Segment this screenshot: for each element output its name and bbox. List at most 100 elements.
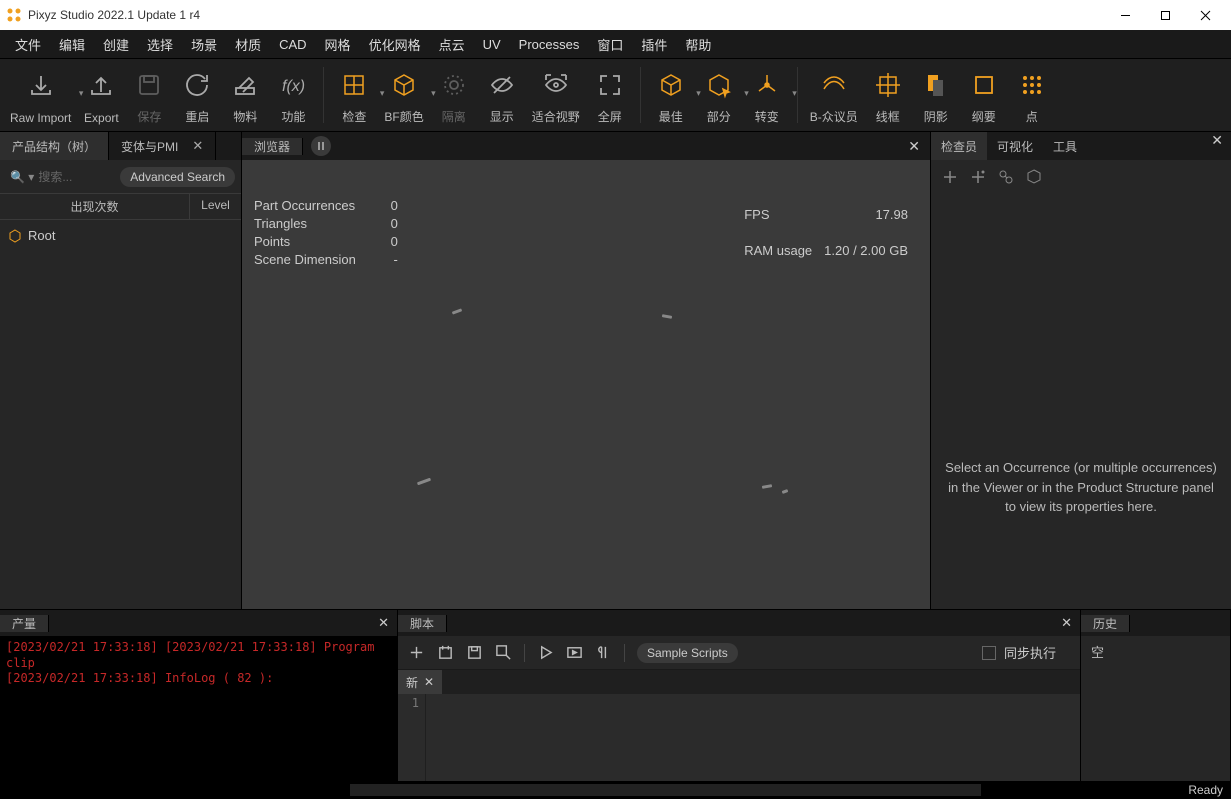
- tool-wireframe[interactable]: 线框: [864, 59, 912, 131]
- tool-inspect[interactable]: 检查▾: [330, 59, 378, 131]
- tool-outline[interactable]: 纲要: [960, 59, 1008, 131]
- sample-scripts-button[interactable]: Sample Scripts: [637, 643, 738, 663]
- tab-variants-pmi[interactable]: 变体与PMI✕: [109, 132, 216, 160]
- search-input[interactable]: 🔍 ▾ 搜索...: [6, 166, 114, 187]
- close-icon[interactable]: ✕: [908, 138, 920, 155]
- titlebar: Pixyz Studio 2022.1 Update 1 r4: [0, 0, 1231, 30]
- tool-brep[interactable]: B-众议员: [804, 59, 864, 131]
- menu-create[interactable]: 创建: [94, 31, 138, 58]
- menu-help[interactable]: 帮助: [676, 31, 720, 58]
- col-level[interactable]: Level: [189, 194, 241, 219]
- viewport-stats: Part Occurrences0 Triangles0 Points0 Sce…: [252, 196, 920, 270]
- tool-shadow[interactable]: 阴影: [912, 59, 960, 131]
- grid-icon: [340, 63, 368, 106]
- script-toolbar: Sample Scripts 同步执行: [398, 636, 1080, 670]
- find-icon[interactable]: [495, 644, 512, 661]
- bottom-panels: 产量 ✕ [2023/02/21 17:33:18] [2023/02/21 17…: [0, 609, 1231, 781]
- close-icon[interactable]: ✕: [1211, 132, 1223, 160]
- tool-material[interactable]: 物料: [221, 59, 269, 131]
- menu-cad[interactable]: CAD: [270, 33, 315, 56]
- sync-execute-toggle[interactable]: 同步执行: [982, 643, 1056, 662]
- output-panel: 产量 ✕ [2023/02/21 17:33:18] [2023/02/21 17…: [0, 610, 398, 781]
- statusbar: Ready: [0, 781, 1231, 799]
- close-icon[interactable]: ✕: [1061, 615, 1072, 631]
- search-icon: 🔍 ▾: [10, 170, 34, 184]
- cube-best-icon: [657, 63, 685, 106]
- import-icon: [27, 63, 55, 109]
- link-icon[interactable]: [997, 168, 1015, 186]
- window-minimize-button[interactable]: [1105, 0, 1145, 30]
- menu-mesh[interactable]: 网格: [316, 31, 360, 58]
- right-tabs: 检查员 可视化 工具 ✕: [931, 132, 1231, 160]
- menu-material[interactable]: 材质: [226, 31, 270, 58]
- close-icon[interactable]: ✕: [378, 615, 389, 631]
- menu-processes[interactable]: Processes: [510, 33, 589, 56]
- tool-show[interactable]: 显示: [478, 59, 526, 131]
- menu-file[interactable]: 文件: [6, 31, 50, 58]
- tab-product-structure[interactable]: 产品结构（树）: [0, 132, 109, 160]
- plus-star-icon[interactable]: [969, 168, 987, 186]
- fx-icon: f(x): [279, 63, 307, 106]
- checkbox-icon[interactable]: [982, 646, 996, 660]
- tab-inspector[interactable]: 检查员: [931, 132, 987, 160]
- tab-output[interactable]: 产量: [0, 615, 49, 632]
- open-icon[interactable]: [437, 644, 454, 661]
- tool-fit[interactable]: 适合视野: [526, 59, 586, 131]
- menu-edit[interactable]: 编辑: [50, 31, 94, 58]
- tool-isolate[interactable]: 隔离: [430, 59, 478, 131]
- tool-transform[interactable]: 转变▾: [743, 59, 791, 131]
- tool-restart[interactable]: 重启: [173, 59, 221, 131]
- tool-part[interactable]: 部分▾: [695, 59, 743, 131]
- advanced-search-button[interactable]: Advanced Search: [120, 167, 235, 187]
- tab-viewer[interactable]: 浏览器: [242, 138, 303, 155]
- col-occurrences[interactable]: 出现次数: [0, 194, 189, 219]
- play-icon[interactable]: [537, 644, 554, 661]
- cube-cursor-icon: [705, 63, 733, 106]
- tool-function[interactable]: f(x)功能: [269, 59, 317, 131]
- line-gutter: 1: [398, 694, 426, 781]
- pause-button[interactable]: [311, 136, 331, 156]
- menu-scene[interactable]: 场景: [182, 31, 226, 58]
- new-icon[interactable]: [408, 644, 425, 661]
- menu-pointcloud[interactable]: 点云: [430, 31, 474, 58]
- menu-optimize[interactable]: 优化网格: [360, 31, 430, 58]
- save-icon[interactable]: [466, 644, 483, 661]
- tab-tools[interactable]: 工具: [1043, 132, 1087, 160]
- script-tab-new[interactable]: 新✕: [398, 670, 442, 694]
- plus-icon[interactable]: [941, 168, 959, 186]
- eye-fit-icon: [542, 63, 570, 106]
- eye-off-icon: [488, 63, 516, 106]
- script-panel: 脚本 ✕ Sample Scripts 同步执行 新✕ 1: [398, 610, 1081, 781]
- cube-outline-icon[interactable]: [1025, 168, 1043, 186]
- window-close-button[interactable]: [1185, 0, 1225, 30]
- chevron-down-icon[interactable]: ▾: [792, 88, 797, 99]
- tool-bfcolor[interactable]: BF颜色▾: [378, 59, 429, 131]
- output-log[interactable]: [2023/02/21 17:33:18] [2023/02/21 17:33:…: [0, 636, 397, 781]
- tool-save[interactable]: 保存: [125, 59, 173, 131]
- window-maximize-button[interactable]: [1145, 0, 1185, 30]
- script-editor[interactable]: 1: [398, 694, 1080, 781]
- close-icon[interactable]: ✕: [424, 675, 434, 689]
- paragraph-icon[interactable]: [595, 644, 612, 661]
- menu-window[interactable]: 窗口: [588, 31, 632, 58]
- menu-plugins[interactable]: 插件: [632, 31, 676, 58]
- menu-select[interactable]: 选择: [138, 31, 182, 58]
- close-icon[interactable]: ✕: [192, 138, 203, 154]
- tool-best[interactable]: 最佳▾: [647, 59, 695, 131]
- tool-points[interactable]: 点: [1008, 59, 1056, 131]
- app-logo-icon: [6, 7, 22, 23]
- menu-uv[interactable]: UV: [474, 33, 510, 56]
- tool-raw-import[interactable]: Raw Import▾: [4, 59, 77, 131]
- tree-root-item[interactable]: Root: [8, 226, 233, 245]
- svg-text:f(x): f(x): [282, 78, 305, 95]
- inspector-toolbar: [931, 160, 1231, 194]
- tool-fullscreen[interactable]: 全屏: [586, 59, 634, 131]
- tab-script[interactable]: 脚本: [398, 615, 447, 632]
- tool-export[interactable]: Export: [77, 59, 125, 131]
- save-icon: [135, 63, 163, 106]
- edit-icon: [231, 63, 259, 106]
- tab-history[interactable]: 历史: [1081, 615, 1130, 632]
- run-selection-icon[interactable]: [566, 644, 583, 661]
- tab-visualize[interactable]: 可视化: [987, 132, 1043, 160]
- window-title: Pixyz Studio 2022.1 Update 1 r4: [28, 8, 1105, 22]
